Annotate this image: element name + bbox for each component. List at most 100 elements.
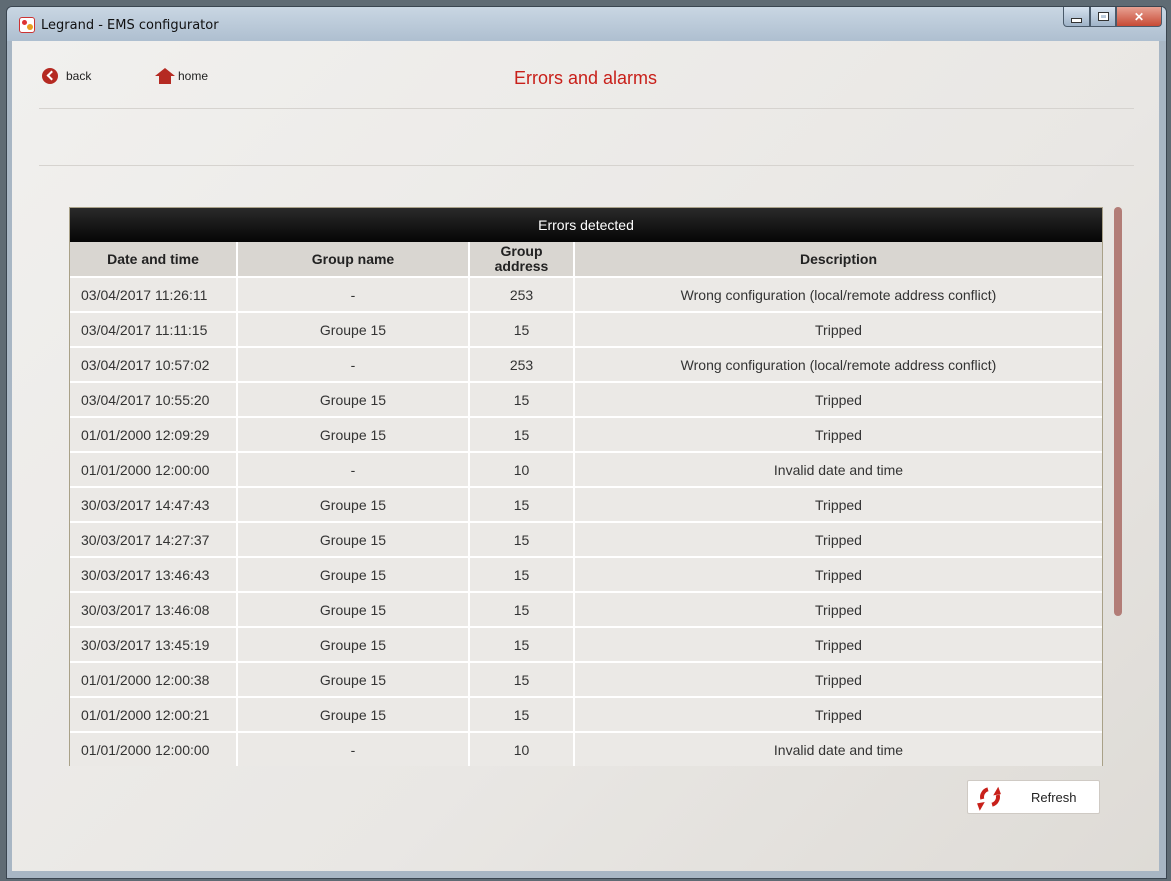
cell-date-time: 01/01/2000 12:00:21 [70,697,238,733]
cell-group-address: 15 [469,487,575,523]
table-row[interactable]: 30/03/2017 13:46:08 Groupe 15 15 Tripped [70,592,1102,628]
cell-description: Tripped [574,557,1102,593]
table-row[interactable]: 30/03/2017 13:46:43 Groupe 15 15 Tripped [70,557,1102,593]
cell-description: Tripped [574,662,1102,698]
cell-date-time: 03/04/2017 10:55:20 [70,382,238,418]
cell-description: Tripped [574,487,1102,523]
close-icon: ✕ [1133,9,1145,24]
cell-group-address: 15 [469,312,575,348]
table-header-row: Date and time Group name Group address D… [70,242,1102,278]
errors-table: Date and time Group name Group address D… [70,242,1102,766]
cell-date-time: 30/03/2017 14:27:37 [70,522,238,558]
cell-description: Tripped [574,417,1102,453]
column-header-date-time[interactable]: Date and time [70,242,238,278]
cell-group-name: Groupe 15 [237,487,470,523]
table-row[interactable]: 01/01/2000 12:00:00-10 Invalid date and t… [70,732,1102,766]
cell-date-time: 30/03/2017 13:46:08 [70,592,238,628]
cell-description: Wrong configuration (local/remote addres… [574,277,1102,313]
page-title: Errors and alarms [513,68,658,88]
window-title: Legrand - EMS configurator [41,18,219,33]
table-caption: Errors detected [70,208,1102,242]
cell-description: Tripped [574,312,1102,348]
cell-group-name: Groupe 15 [237,417,470,453]
minimize-icon [1071,17,1082,23]
cell-description: Tripped [574,627,1102,663]
cell-date-time: 30/03/2017 14:47:43 [70,487,238,523]
cell-group-address: 10 [469,452,575,488]
column-header-group-name[interactable]: Group name [237,242,470,278]
cell-group-name: Groupe 15 [237,312,470,348]
title-bar[interactable]: Legrand - EMS configurator ✕ [7,7,1166,41]
cell-group-name: Groupe 15 [237,662,470,698]
table-row[interactable]: 30/03/2017 14:47:43 Groupe 15 15 Tripped [70,487,1102,523]
header-divider [39,108,1134,109]
cell-description: Tripped [574,382,1102,418]
column-header-description[interactable]: Description [574,242,1102,278]
window-controls: ✕ [1063,7,1162,27]
maximize-icon [1097,12,1109,21]
cell-group-name: - [237,452,470,488]
errors-table-panel: Errors detected Date and time Group name… [69,207,1103,766]
cell-date-time: 01/01/2000 12:00:38 [70,662,238,698]
cell-date-time: 03/04/2017 10:57:02 [70,347,238,383]
cell-group-address: 15 [469,627,575,663]
cell-group-address: 15 [469,557,575,593]
cell-date-time: 01/01/2000 12:00:00 [70,732,238,766]
cell-group-name: Groupe 15 [237,697,470,733]
table-row[interactable]: 03/04/2017 11:11:15 Groupe 15 15 Tripped [70,312,1102,348]
refresh-icon [976,783,1004,811]
group-address-header-line1: Group [500,243,543,259]
table-row[interactable]: 03/04/2017 11:26:11-253 Wrong configurati… [70,277,1102,313]
table-row[interactable]: 03/04/2017 10:55:20 Groupe 15 15 Tripped [70,382,1102,418]
cell-group-address: 15 [469,417,575,453]
cell-group-address: 253 [469,347,575,383]
cell-group-name: - [237,732,470,766]
group-address-header-line2: address [494,258,549,274]
main-content: back home Errors and alarms Errors detec… [12,41,1159,871]
cell-group-name: Groupe 15 [237,557,470,593]
cell-group-name: Groupe 15 [237,627,470,663]
app-window: Legrand - EMS configurator ✕ back home E… [6,6,1167,879]
table-row[interactable]: 03/04/2017 10:57:02-253 Wrong configurati… [70,347,1102,383]
cell-group-address: 15 [469,522,575,558]
refresh-label: Refresh [1031,789,1077,805]
cell-description: Tripped [574,592,1102,628]
cell-date-time: 01/01/2000 12:09:29 [70,417,238,453]
cell-group-name: - [237,347,470,383]
cell-date-time: 03/04/2017 11:11:15 [70,312,238,348]
cell-group-address: 10 [469,732,575,766]
cell-group-name: Groupe 15 [237,522,470,558]
cell-group-address: 15 [469,662,575,698]
close-button[interactable]: ✕ [1116,7,1162,27]
cell-group-address: 253 [469,277,575,313]
table-row[interactable]: 01/01/2000 12:09:29 Groupe 15 15 Tripped [70,417,1102,453]
table-row[interactable]: 01/01/2000 12:00:21 Groupe 15 15 Tripped [70,697,1102,733]
cell-description: Tripped [574,522,1102,558]
cell-group-address: 15 [469,697,575,733]
table-body: 03/04/2017 11:26:11-253 Wrong configurati… [70,277,1102,766]
cell-date-time: 01/01/2000 12:00:00 [70,452,238,488]
refresh-button[interactable]: Refresh [967,780,1100,814]
cell-group-name: - [237,277,470,313]
cell-description: Wrong configuration (local/remote addres… [574,347,1102,383]
cell-group-address: 15 [469,382,575,418]
cell-description: Invalid date and time [574,732,1102,766]
table-row[interactable]: 01/01/2000 12:00:00-10 Invalid date and t… [70,452,1102,488]
cell-date-time: 30/03/2017 13:46:43 [70,557,238,593]
toolbar-divider [39,165,1134,166]
cell-group-name: Groupe 15 [237,382,470,418]
maximize-button[interactable] [1090,7,1116,27]
cell-description: Invalid date and time [574,452,1102,488]
cell-description: Tripped [574,697,1102,733]
table-row[interactable]: 30/03/2017 14:27:37 Groupe 15 15 Tripped [70,522,1102,558]
vertical-scrollbar-thumb[interactable] [1114,207,1122,616]
cell-group-name: Groupe 15 [237,592,470,628]
cell-group-address: 15 [469,592,575,628]
minimize-button[interactable] [1063,7,1090,27]
cell-date-time: 03/04/2017 11:26:11 [70,277,238,313]
table-row[interactable]: 01/01/2000 12:00:38 Groupe 15 15 Tripped [70,662,1102,698]
legrand-app-icon [19,17,35,33]
column-header-group-address[interactable]: Group address [469,242,575,278]
table-row[interactable]: 30/03/2017 13:45:19 Groupe 15 15 Tripped [70,627,1102,663]
cell-date-time: 30/03/2017 13:45:19 [70,627,238,663]
